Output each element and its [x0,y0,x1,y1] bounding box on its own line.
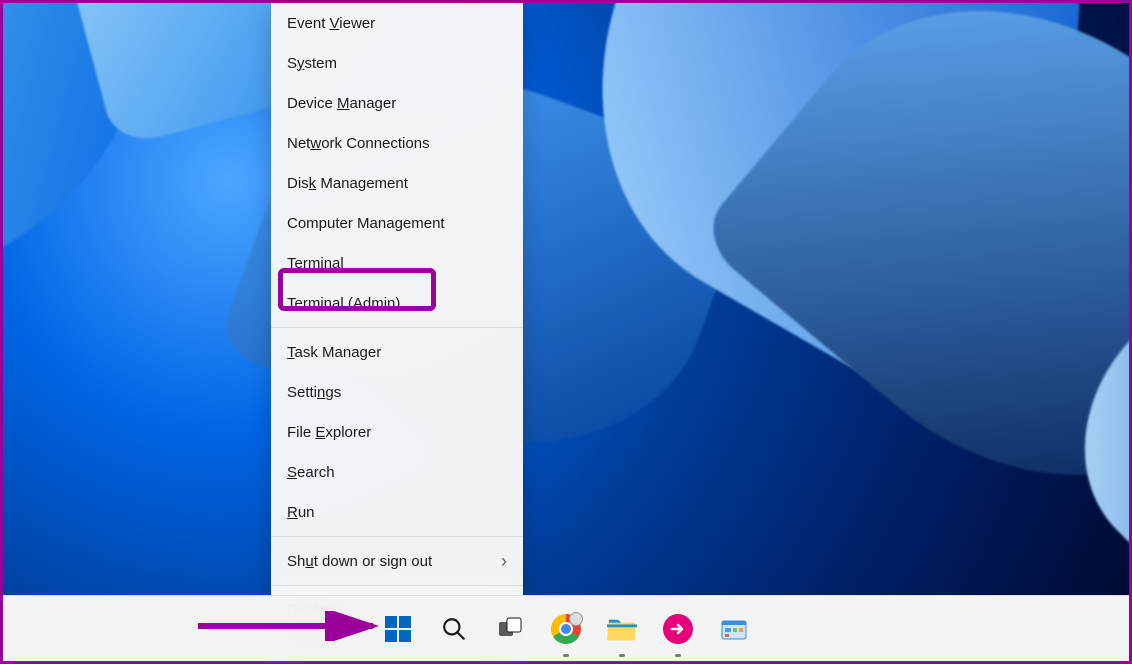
screenpresso-app[interactable] [654,605,702,653]
menu-item-file-explorer[interactable]: File Explorer [271,412,523,452]
menu-item-network-connections[interactable]: Network Connections [271,123,523,163]
control-panel-app[interactable] [710,605,758,653]
menu-item-settings[interactable]: Settings [271,372,523,412]
menu-item-label: Network Connections [287,135,430,152]
menu-item-disk-management[interactable]: Disk Management [271,163,523,203]
chrome-app[interactable] [542,605,590,653]
menu-item-task-manager[interactable]: Task Manager [271,332,523,372]
chrome-icon [551,614,581,644]
menu-item-label: Disk Management [287,175,408,192]
desktop-wallpaper[interactable] [3,3,1129,595]
menu-item-label: System [287,55,337,72]
menu-item-run[interactable]: Run [271,492,523,532]
menu-item-terminal-admin[interactable]: Terminal (Admin) [271,283,523,323]
menu-item-label: Computer Management [287,215,445,232]
screenpresso-icon [663,614,693,644]
search-icon [441,616,467,642]
file-explorer-app[interactable] [598,605,646,653]
menu-item-label: Run [287,504,315,521]
file-explorer-icon [607,616,637,640]
menu-item-label: Event Viewer [287,15,375,32]
menu-item-label: Task Manager [287,344,381,361]
menu-item-label: Terminal [287,255,344,272]
menu-item-event-viewer[interactable]: Event Viewer [271,3,523,43]
menu-item-terminal[interactable]: Terminal [271,243,523,283]
task-view-icon [498,617,522,641]
menu-separator [271,327,523,328]
menu-separator [271,536,523,537]
chevron-right-icon: › [501,551,507,572]
menu-separator [271,585,523,586]
menu-item-device-manager[interactable]: Device Manager [271,83,523,123]
control-panel-icon [720,615,748,643]
windows-logo-icon [385,616,411,642]
menu-item-computer-management[interactable]: Computer Management [271,203,523,243]
annotation-arrow [193,611,388,641]
taskbar [3,595,1129,661]
menu-item-search[interactable]: Search [271,452,523,492]
menu-item-system[interactable]: System [271,43,523,83]
menu-item-label: Search [287,464,335,481]
menu-item-label: Settings [287,384,341,401]
menu-item-label: Shut down or sign out [287,553,432,570]
menu-item-shut-down-or-sign-out[interactable]: Shut down or sign out › [271,541,523,581]
menu-item-label: Terminal (Admin) [287,295,400,312]
menu-item-label: File Explorer [287,424,371,441]
menu-item-label: Device Manager [287,95,396,112]
winx-context-menu: Event Viewer System Device Manager Network … [271,3,523,636]
search-button[interactable] [430,605,478,653]
task-view-button[interactable] [486,605,534,653]
